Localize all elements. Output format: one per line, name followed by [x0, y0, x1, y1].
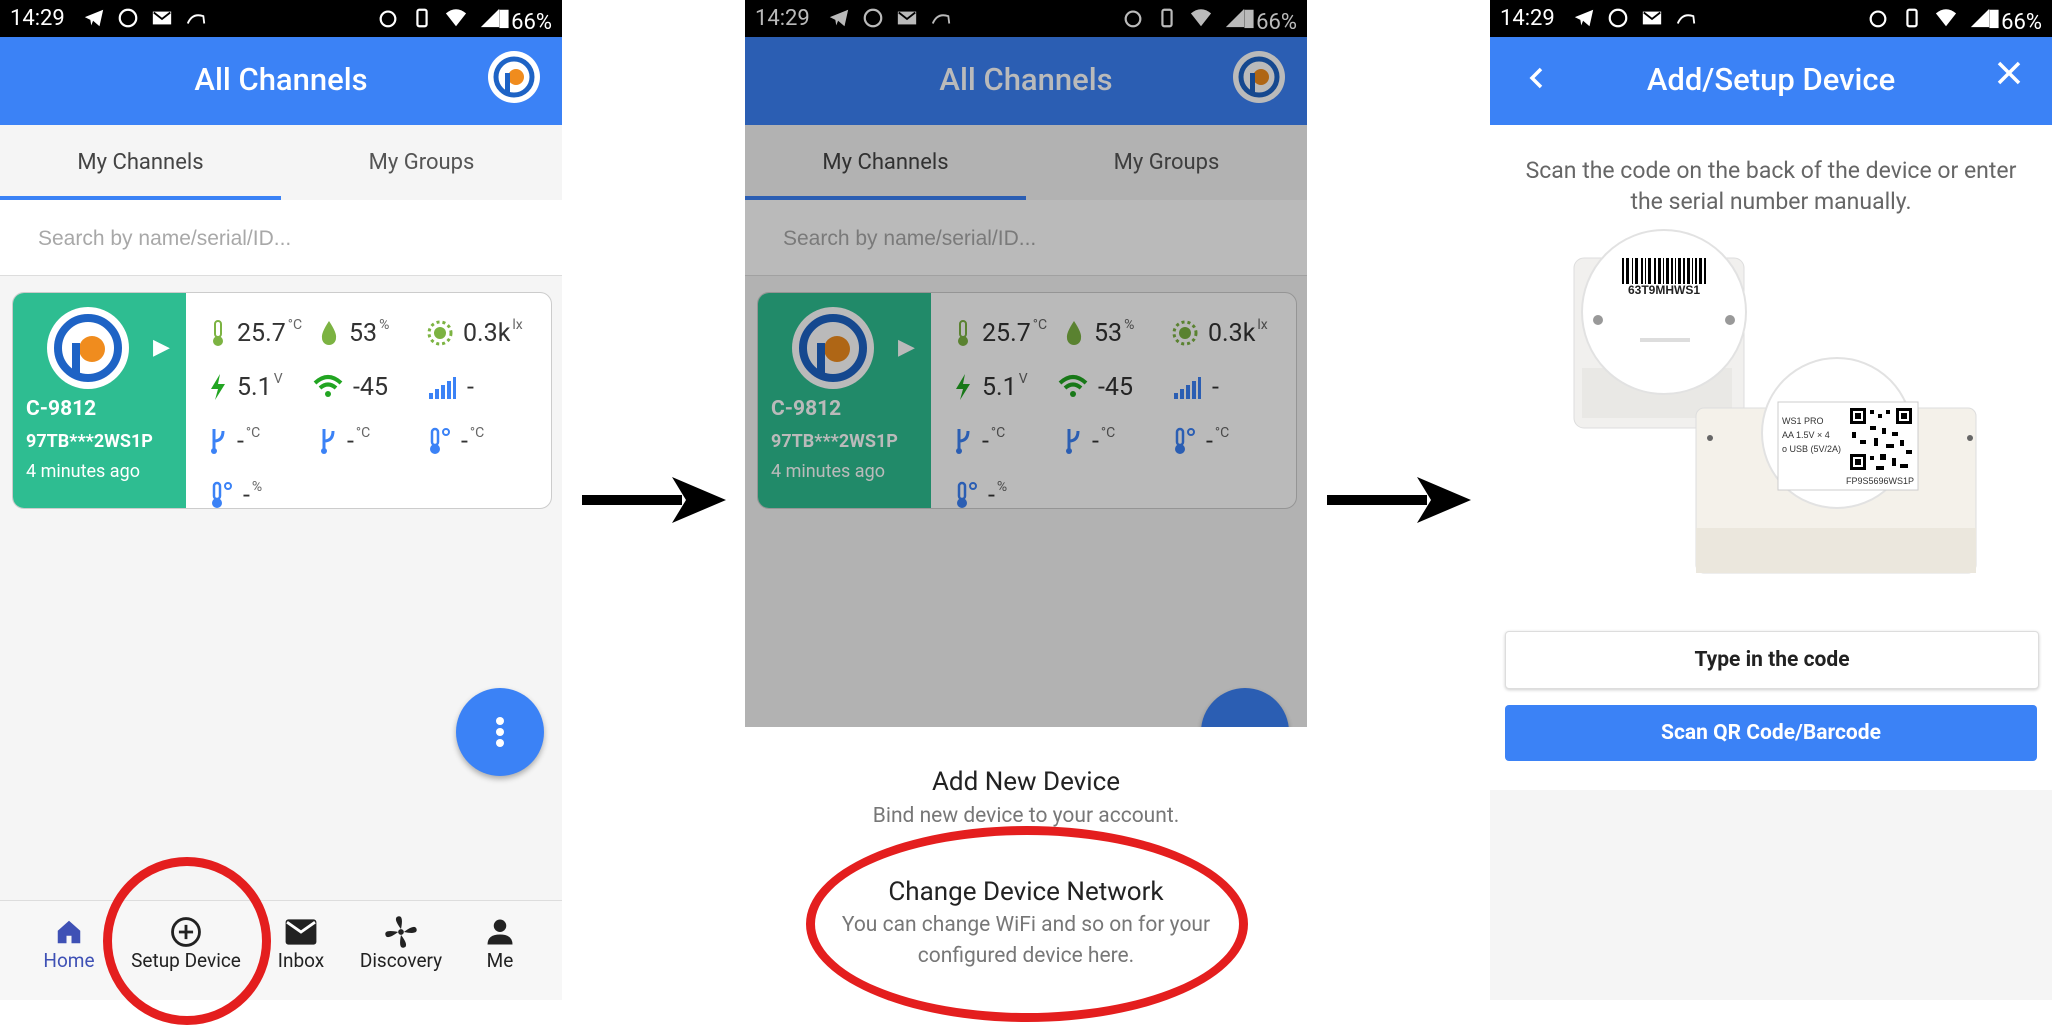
device-label-line-2: AA 1.5V × 4: [1782, 430, 1830, 440]
animal-icon: [184, 6, 208, 30]
type-code-button[interactable]: Type in the code: [1505, 631, 2039, 689]
mail-icon: [270, 915, 332, 949]
screen-add-setup-device: 14:29 66% Add/Setup Device Scan the code…: [1490, 0, 2052, 1000]
nav-discovery[interactable]: Discovery: [356, 915, 446, 972]
metric-light: 0.3k lx: [427, 317, 523, 351]
battery-icon: [497, 6, 511, 30]
probe-icon: [209, 427, 227, 459]
app-bar: All Channels: [0, 37, 562, 125]
channel-card-header: ▶ C-9812 97TB***2WS1P 4 minutes ago: [13, 293, 186, 508]
wifi-icon: [313, 373, 343, 405]
humidity-drop-icon: [319, 319, 339, 351]
page-title: Add/Setup Device: [1646, 61, 1896, 98]
probe-icon: [319, 427, 337, 459]
voltage-bolt-icon: [209, 373, 227, 405]
search-input[interactable]: [36, 220, 520, 258]
fan-icon: [356, 915, 446, 949]
whatsapp-icon: [116, 6, 140, 30]
metric-probe-temp: - °C: [427, 425, 484, 459]
battery-percent: 66%: [511, 10, 552, 35]
screen-all-channels: 14:29 66% All Channels My Channels My Gr…: [0, 0, 562, 1000]
search-bar: [0, 200, 562, 276]
light-sun-icon: [427, 319, 453, 351]
metric-signal: -: [427, 373, 476, 405]
device-logo-icon: [47, 307, 129, 389]
highlight-ring-change-network: [806, 826, 1248, 1022]
flow-arrow-2-icon: [1327, 477, 1471, 523]
tab-my-channels[interactable]: My Channels: [0, 125, 281, 200]
modal-backdrop[interactable]: [745, 0, 1307, 727]
status-bar: 14:29 66%: [0, 0, 562, 37]
play-icon[interactable]: ▶: [153, 335, 170, 360]
nav-home[interactable]: Home: [40, 915, 98, 972]
status-time: 14:29: [10, 6, 65, 31]
metric-wifi: -45: [313, 373, 390, 405]
device-label-line-1: WS1 PRO: [1782, 416, 1824, 426]
thermo-probe-icon: [209, 481, 233, 508]
battery-percent: 66%: [2001, 10, 2042, 35]
person-icon: [480, 915, 520, 949]
vibrate-icon: [410, 6, 434, 30]
channel-serial: 97TB***2WS1P: [26, 431, 153, 452]
more-vert-icon: [496, 717, 504, 747]
channel-last-seen: 4 minutes ago: [26, 461, 140, 482]
highlight-ring-setup-device: [103, 857, 271, 1025]
qr-serial-label: FP9S5696WS1P: [1846, 476, 1914, 486]
flow-arrow-1-icon: [582, 477, 726, 523]
qr-code-icon: [1848, 406, 1914, 472]
scan-qr-button[interactable]: Scan QR Code/Barcode: [1505, 705, 2037, 761]
metric-voltage: 5.1 V: [209, 371, 283, 405]
home-icon: [40, 915, 98, 949]
app-bar: Add/Setup Device: [1490, 37, 2052, 125]
status-time: 14:29: [1500, 6, 1555, 31]
barcode-label: 63T9MHWS1: [1628, 283, 1700, 297]
whatsapp-icon: [1606, 6, 1630, 30]
gmail-icon: [150, 6, 174, 30]
bottom-nav: Home Setup Device Inbox Discovery Me: [0, 900, 562, 1000]
status-bar: 14:29 66%: [1490, 0, 2052, 37]
battery-icon: [1987, 6, 2001, 30]
alarm-icon: [376, 6, 400, 30]
device-label-line-3: o USB (5V/2A): [1782, 444, 1841, 454]
nav-me[interactable]: Me: [480, 915, 520, 972]
metric-humidity: 53%: [319, 317, 389, 351]
gmail-icon: [1640, 6, 1664, 30]
device-label-illustration: 63T9MHWS1 WS1 PRO AA 1.5V × 4 o USB (5V/…: [1573, 229, 1977, 574]
wifi-status-icon: [1934, 6, 1958, 30]
nav-inbox[interactable]: Inbox: [270, 915, 332, 972]
telegram-icon: [1572, 6, 1596, 30]
brand-logo-icon[interactable]: [488, 51, 540, 103]
more-options-fab[interactable]: [456, 688, 544, 776]
signal-bars-icon: [427, 373, 457, 405]
metric-probe-1: - °C: [209, 425, 260, 459]
thermometer-icon: [209, 319, 227, 351]
tab-my-groups[interactable]: My Groups: [281, 125, 562, 200]
close-icon[interactable]: [1994, 57, 2024, 101]
metric-probe-2: - °C: [319, 425, 370, 459]
tab-bar: My Channels My Groups: [0, 125, 562, 201]
channel-name: C-9812: [26, 397, 97, 421]
thermo-probe-icon: [427, 427, 451, 459]
page-title: All Channels: [194, 61, 368, 98]
animal-icon: [1674, 6, 1698, 30]
add-new-device-title[interactable]: Add New Device: [745, 767, 1307, 797]
alarm-icon: [1866, 6, 1890, 30]
vibrate-icon: [1900, 6, 1924, 30]
metric-probe-humidity: -%: [209, 479, 262, 508]
wifi-status-icon: [444, 6, 468, 30]
telegram-icon: [82, 6, 106, 30]
channel-card[interactable]: ▶ C-9812 97TB***2WS1P 4 minutes ago 25.7…: [12, 292, 552, 509]
scan-instruction: Scan the code on the back of the device …: [1525, 157, 2017, 215]
metric-temperature: 25.7 °C: [209, 317, 302, 351]
